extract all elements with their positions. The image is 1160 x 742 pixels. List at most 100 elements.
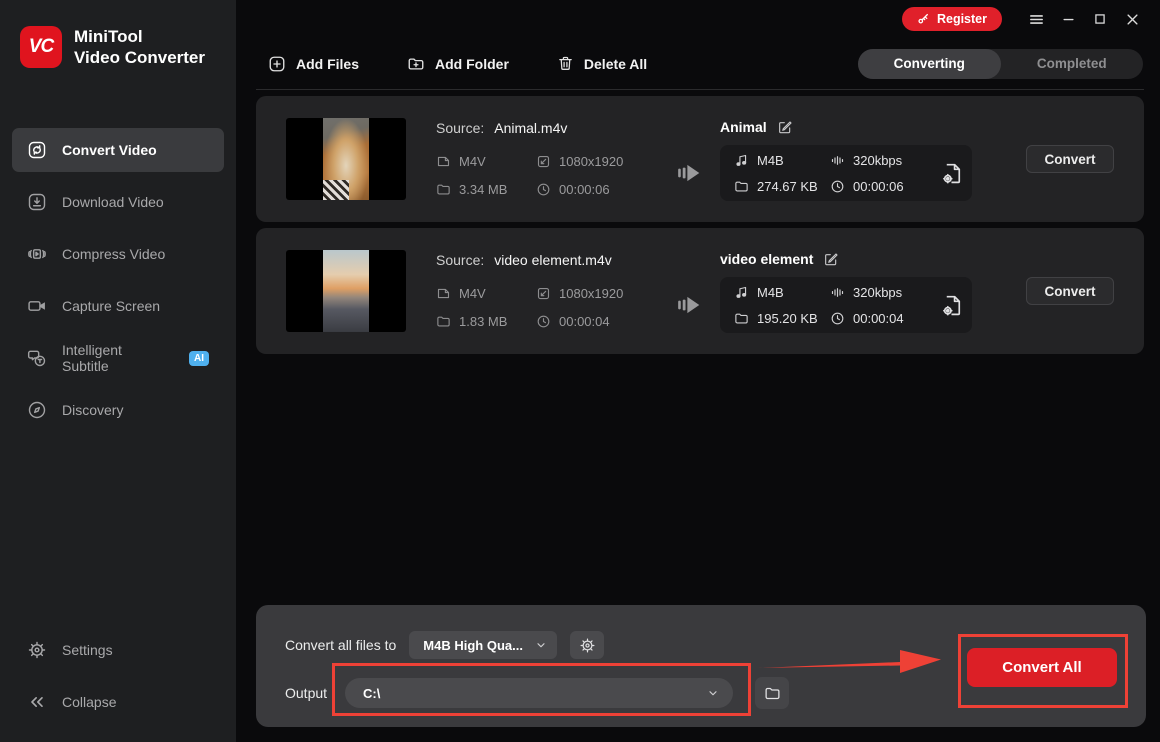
- convert-all-button[interactable]: Convert All: [967, 648, 1117, 687]
- resolution-icon: [536, 154, 551, 169]
- view-tabs: Converting Completed: [858, 48, 1144, 79]
- sidebar-item-compress-video[interactable]: Compress Video: [12, 232, 224, 276]
- output-format-dropdown[interactable]: M4B High Qua...: [409, 631, 558, 659]
- delete-all-icon: [557, 55, 574, 72]
- target-bitrate: 320kbps: [853, 152, 903, 168]
- add-folder-icon: [407, 55, 425, 73]
- delete-all-label: Delete All: [583, 55, 648, 72]
- format-file-icon: [436, 154, 451, 169]
- target-spec-card: M4B 320kbps 195.20 KB 00:00:04: [720, 277, 972, 333]
- gear-icon: [579, 637, 596, 654]
- app-title: MiniTool Video Converter: [74, 26, 205, 69]
- add-files-label: Add Files: [296, 55, 360, 72]
- source-format: M4V: [459, 285, 486, 301]
- conversion-row: Source: video element.m4v M4V 1080x1920 …: [256, 228, 1144, 354]
- add-files-button[interactable]: Add Files: [268, 55, 359, 73]
- folder-icon: [764, 685, 781, 702]
- output-settings-icon[interactable]: [940, 293, 965, 318]
- chevron-down-icon: [535, 639, 547, 651]
- sidebar-item-label: Intelligent Subtitle: [62, 342, 122, 374]
- clock-icon: [830, 179, 845, 194]
- folder-icon: [436, 314, 451, 329]
- tab-converting[interactable]: Converting: [858, 48, 1001, 79]
- tab-completed[interactable]: Completed: [1001, 49, 1144, 79]
- target-bitrate: 320kbps: [853, 284, 903, 300]
- sidebar-item-label: Settings: [62, 642, 113, 658]
- folder-icon: [734, 179, 749, 194]
- source-duration: 00:00:04: [559, 313, 610, 329]
- audio-file-icon: [734, 285, 749, 300]
- output-label: Output: [285, 685, 328, 701]
- source-label: Source:: [436, 119, 485, 136]
- resolution-icon: [536, 286, 551, 301]
- sidebar-item-label: Capture Screen: [62, 298, 161, 314]
- sidebar-item-settings[interactable]: Settings: [12, 628, 224, 672]
- sidebar-item-collapse[interactable]: Collapse: [12, 680, 224, 724]
- clock-icon: [536, 314, 551, 329]
- sidebar-item-download-video[interactable]: Download Video: [12, 180, 224, 224]
- transfer-arrow-icon: [658, 292, 720, 318]
- bottom-bar: Convert all files to M4B High Qua... Out…: [256, 605, 1146, 727]
- app-title-line2: Video Converter: [74, 48, 206, 68]
- app-logo-icon: VC: [20, 26, 62, 69]
- close-icon[interactable]: [1116, 6, 1148, 32]
- sidebar-item-capture-screen[interactable]: Capture Screen: [12, 284, 224, 328]
- edit-icon[interactable]: [777, 119, 793, 135]
- sidebar-item-label: Download Video: [62, 194, 164, 210]
- convert-button[interactable]: Convert: [1026, 277, 1114, 305]
- clock-icon: [830, 311, 845, 326]
- bitrate-icon: [830, 285, 845, 300]
- format-settings-button[interactable]: [570, 631, 605, 659]
- clock-icon: [536, 182, 551, 197]
- maximize-icon[interactable]: [1084, 6, 1116, 32]
- sidebar-item-convert-video[interactable]: Convert Video: [12, 128, 224, 172]
- target-name: Animal: [720, 119, 767, 135]
- output-path-dropdown[interactable]: C:\: [345, 678, 734, 708]
- conversion-row: Source: Animal.m4v M4V 1080x1920 3.34 MB: [256, 96, 1144, 222]
- transfer-arrow-icon: [658, 160, 720, 186]
- source-size: 1.83 MB: [459, 313, 508, 329]
- target-size: 195.20 KB: [757, 310, 818, 326]
- key-icon: [917, 13, 930, 26]
- add-folder-button[interactable]: Add Folder: [407, 55, 509, 73]
- video-thumbnail: [286, 118, 406, 200]
- conversion-list: Source: Animal.m4v M4V 1080x1920 3.34 MB: [236, 90, 1160, 354]
- output-settings-icon[interactable]: [940, 161, 965, 186]
- source-duration: 00:00:06: [559, 181, 610, 197]
- output-format-value: M4B High Qua...: [423, 637, 523, 653]
- folder-icon: [734, 311, 749, 326]
- edit-icon[interactable]: [823, 251, 839, 267]
- minimize-icon[interactable]: [1052, 6, 1084, 32]
- target-info: Animal M4B 320kbps 274.67 KB 00:00:06: [720, 117, 1026, 201]
- source-info: Source: video element.m4v M4V 1080x1920 …: [436, 250, 658, 333]
- target-duration: 00:00:06: [853, 178, 904, 194]
- compress-video-icon: [27, 244, 47, 264]
- gear-icon: [27, 640, 47, 660]
- discovery-icon: [27, 400, 47, 420]
- menu-icon[interactable]: [1020, 6, 1052, 32]
- source-filename: video element.m4v: [494, 251, 612, 268]
- target-duration: 00:00:04: [853, 310, 904, 326]
- intelligent-subtitle-icon: [27, 348, 47, 368]
- ai-badge: AI: [189, 350, 209, 366]
- source-label: Source:: [436, 251, 485, 268]
- target-format: M4B: [757, 152, 784, 168]
- bitrate-icon: [830, 153, 845, 168]
- sidebar-item-label: Convert Video: [62, 142, 157, 158]
- download-video-icon: [27, 192, 47, 212]
- toolbar: Add Files Add Folder Delete All Converti…: [236, 38, 1160, 89]
- add-folder-label: Add Folder: [435, 55, 509, 72]
- source-format: M4V: [459, 153, 486, 169]
- delete-all-button[interactable]: Delete All: [557, 55, 647, 72]
- capture-screen-icon: [27, 296, 47, 316]
- register-button[interactable]: Register: [901, 7, 1002, 31]
- output-path-value: C:\: [363, 685, 381, 701]
- convert-button[interactable]: Convert: [1026, 145, 1114, 173]
- sidebar-item-discovery[interactable]: Discovery: [12, 388, 224, 432]
- register-label: Register: [936, 12, 987, 26]
- browse-output-folder-button[interactable]: [755, 677, 790, 709]
- add-files-icon: [268, 55, 286, 73]
- sidebar-item-intelligent-subtitle[interactable]: Intelligent Subtitle AI: [12, 336, 224, 380]
- main-area: Register Add Files Add Folder Delete All…: [236, 0, 1160, 742]
- collapse-icon: [27, 692, 47, 712]
